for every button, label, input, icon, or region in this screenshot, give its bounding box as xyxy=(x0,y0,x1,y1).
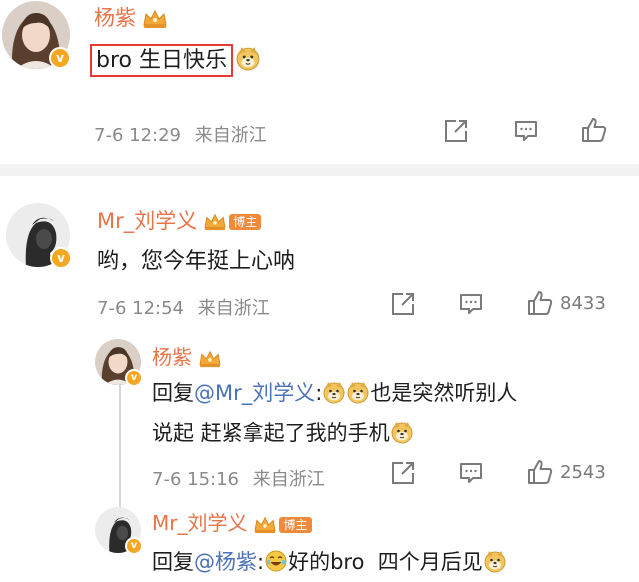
comment-icon xyxy=(458,291,484,317)
crown-icon xyxy=(142,8,168,30)
verified-icon: v xyxy=(125,369,143,387)
share-icon xyxy=(390,291,416,317)
share-icon xyxy=(443,118,469,144)
reply-author[interactable]: 杨紫 xyxy=(152,341,222,370)
verified-icon: v xyxy=(49,47,71,69)
crown-icon xyxy=(253,515,277,535)
reply-text: 回复@杨紫: 好的bro 四个月后见 xyxy=(152,546,507,576)
mention-link[interactable]: @杨紫 xyxy=(194,550,257,574)
like-count: 8433 xyxy=(560,292,606,314)
laugh-emoji xyxy=(264,549,288,573)
comment-location: 来自浙江 xyxy=(197,298,270,319)
reply-author[interactable]: Mr_刘学义 博主 xyxy=(152,507,312,536)
highlight-box: bro 生日快乐 xyxy=(90,44,233,77)
reply-location: 来自浙江 xyxy=(252,469,325,490)
author-badge: 博主 xyxy=(279,516,312,533)
doge-emoji xyxy=(235,45,261,71)
comment-meta: 7-6 12:54 来自浙江 xyxy=(97,294,270,320)
crown-icon xyxy=(203,212,227,232)
like-button[interactable]: 8433 xyxy=(526,289,606,317)
comment-button[interactable] xyxy=(458,291,484,317)
author-name[interactable]: 杨紫 xyxy=(94,6,136,30)
share-button[interactable] xyxy=(390,291,416,317)
comment-time: 7-6 12:54 xyxy=(97,298,184,319)
comment-text: bro 生日快乐 xyxy=(90,42,261,77)
reply-text-line2: 说起 赶紧拿起了我的手机 xyxy=(152,417,414,447)
share-button[interactable] xyxy=(443,118,469,144)
comment-meta: 7-6 12:29 来自浙江 xyxy=(94,121,267,147)
crown-icon xyxy=(198,349,222,369)
author-name[interactable]: Mr_刘学义 xyxy=(152,511,247,535)
comment-button[interactable] xyxy=(513,118,539,144)
thread-line xyxy=(119,383,121,513)
comment-icon xyxy=(458,460,484,486)
comment-author[interactable]: Mr_刘学义 博主 xyxy=(97,205,262,235)
verified-icon: v xyxy=(50,247,72,269)
author-badge: 博主 xyxy=(229,214,262,230)
divider xyxy=(0,164,639,176)
like-count: 2543 xyxy=(560,461,606,483)
comment-author[interactable]: 杨紫 xyxy=(94,2,168,32)
doge-emoji xyxy=(390,420,414,444)
doge-emoji xyxy=(346,380,370,404)
like-button[interactable]: 2543 xyxy=(526,458,606,486)
comment-button[interactable] xyxy=(458,460,484,486)
doge-emoji xyxy=(322,380,346,404)
comment-icon xyxy=(513,118,539,144)
author-name[interactable]: Mr_刘学义 xyxy=(97,209,197,233)
like-icon xyxy=(526,458,554,486)
mention-link[interactable]: @Mr_刘学义 xyxy=(194,381,315,405)
verified-icon: v xyxy=(125,537,143,555)
author-name[interactable]: 杨紫 xyxy=(152,345,192,369)
comment-text: 哟，您今年挺上心呐 xyxy=(97,249,296,274)
reply-time: 7-6 15:16 xyxy=(152,469,239,490)
like-icon xyxy=(526,289,554,317)
reply-text: 回复@Mr_刘学义: 也是突然听别人 xyxy=(152,380,518,405)
share-button[interactable] xyxy=(390,460,416,486)
like-icon xyxy=(580,116,608,144)
like-button[interactable] xyxy=(580,116,608,144)
reply-meta: 7-6 15:16 来自浙江 xyxy=(152,465,325,491)
share-icon xyxy=(390,460,416,486)
doge-emoji xyxy=(483,549,507,573)
comment-location: 来自浙江 xyxy=(194,125,267,146)
comment-time: 7-6 12:29 xyxy=(94,125,181,146)
